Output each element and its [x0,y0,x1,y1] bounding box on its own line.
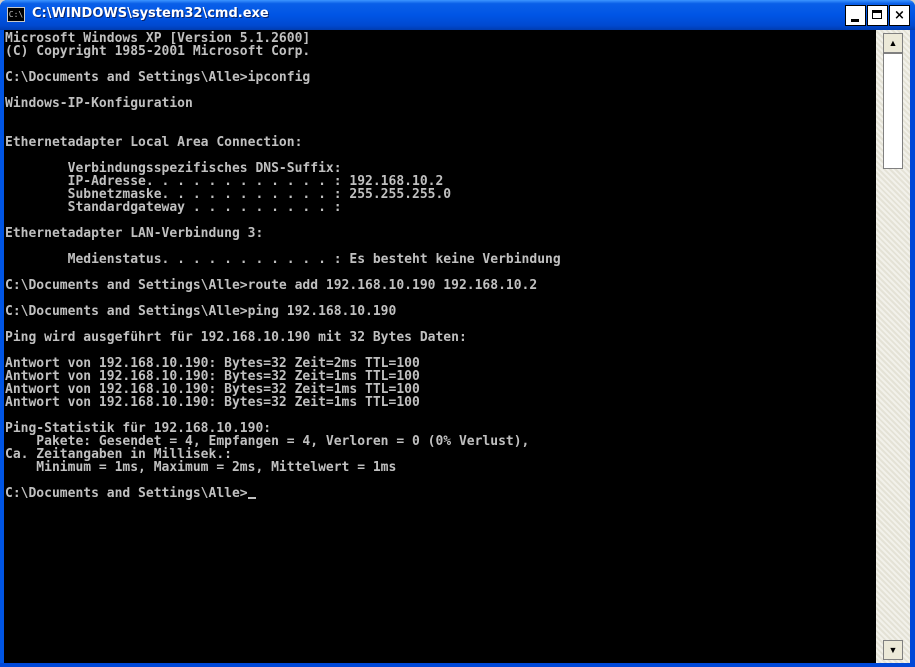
console-text: Microsoft Windows XP [Version 5.1.2600](… [4,30,876,500]
minimize-icon [851,19,859,22]
cmd-app-icon[interactable]: C:\ [7,7,25,22]
console-line: Medienstatus. . . . . . . . . . . : Es b… [5,252,561,267]
console-line: C:\Documents and Settings\Alle>ping 192.… [5,304,397,319]
console-line: (C) Copyright 1985-2001 Microsoft Corp. [5,44,311,59]
minimize-button[interactable] [845,5,866,26]
window-frame-bottom [0,663,915,667]
scroll-down-arrow-icon[interactable]: ▼ [883,640,903,660]
console-line: C:\Documents and Settings\Alle> [5,487,876,500]
console-line: C:\Documents and Settings\Alle>route add… [5,278,538,293]
console-line: Ethernetadapter Local Area Connection: [5,135,303,150]
close-button[interactable]: × [889,5,910,26]
text-cursor [247,497,256,499]
window-frame-right [910,30,915,667]
maximize-button[interactable] [867,5,888,26]
console-line: Minimum = 1ms, Maximum = 2ms, Mittelwert… [5,460,397,475]
scroll-up-arrow-icon[interactable]: ▲ [883,33,903,53]
window-title: C:\WINDOWS\system32\cmd.exe [32,6,269,21]
console-line: C:\Documents and Settings\Alle>ipconfig [5,70,311,85]
vertical-scrollbar[interactable]: ▲ ▼ [876,30,910,663]
console-line: Windows-IP-Konfiguration [5,96,193,111]
scrollbar-thumb[interactable] [883,53,903,169]
close-icon: × [894,8,905,23]
title-bar[interactable]: C:\ C:\WINDOWS\system32\cmd.exe × [0,0,915,30]
console-line: Ping wird ausgeführt für 192.168.10.190 … [5,330,467,345]
console-line: Standardgateway . . . . . . . . . : [5,200,342,215]
maximize-icon [872,10,882,19]
console-output[interactable]: Microsoft Windows XP [Version 5.1.2600](… [4,30,876,663]
cmd-window: C:\ C:\WINDOWS\system32\cmd.exe × Micros… [0,0,915,667]
console-line: Antwort von 192.168.10.190: Bytes=32 Zei… [5,395,420,410]
console-line: Ethernetadapter LAN-Verbindung 3: [5,226,264,241]
